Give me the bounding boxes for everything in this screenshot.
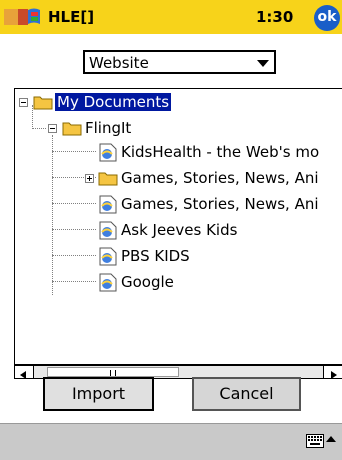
collapse-icon[interactable]: [48, 124, 57, 133]
scroll-left-button[interactable]: [15, 366, 34, 379]
tree-label-folder: Games, Stories, News, Ani: [121, 169, 319, 187]
tree-label-link: KidsHealth - the Web's mo: [121, 143, 320, 161]
cancel-button[interactable]: Cancel: [192, 377, 301, 411]
web-page-icon: [99, 195, 117, 214]
app-title: HLE[]: [48, 8, 95, 26]
menu-bar: [0, 423, 342, 460]
tree-label-root: My Documents: [55, 93, 172, 111]
arrow-right-icon: [331, 371, 337, 379]
tree-item-link[interactable]: Ask Jeeves Kids: [15, 220, 342, 242]
folder-tree[interactable]: My Documents FlingIt KidsHealth - the We…: [14, 88, 342, 365]
tree-item-flingit[interactable]: FlingIt: [15, 118, 315, 140]
tree-item-link[interactable]: PBS KIDS: [15, 246, 342, 268]
tree-item-link[interactable]: Games, Stories, News, Ani: [15, 194, 342, 216]
web-page-icon: [99, 143, 117, 162]
dropdown-value: Website: [89, 54, 149, 72]
scroll-thumb[interactable]: [47, 367, 179, 377]
scroll-right-button[interactable]: [323, 366, 342, 379]
tree-label-link: Ask Jeeves Kids: [121, 221, 238, 239]
tree-label-link: PBS KIDS: [121, 247, 190, 265]
tree-item-link[interactable]: Google: [15, 272, 342, 294]
ok-button[interactable]: ok: [314, 5, 340, 31]
chevron-up-icon[interactable]: [326, 436, 336, 442]
tree-label-link: Games, Stories, News, Ani: [121, 195, 319, 213]
grip-icon: [110, 370, 116, 376]
clock[interactable]: 1:30: [256, 8, 293, 26]
tree-label-folder: FlingIt: [85, 119, 132, 137]
chevron-down-icon: [257, 60, 269, 67]
keyboard-icon[interactable]: [306, 434, 324, 448]
tree-item-root[interactable]: My Documents: [15, 92, 315, 114]
folder-icon: [62, 122, 82, 136]
windows-start-icon[interactable]: [4, 6, 44, 28]
expand-icon[interactable]: [85, 174, 94, 183]
web-page-icon: [99, 273, 117, 292]
import-button[interactable]: Import: [43, 377, 154, 411]
web-page-icon: [99, 221, 117, 240]
arrow-left-icon: [20, 371, 26, 379]
collapse-icon[interactable]: [19, 98, 28, 107]
tree-label-link: Google: [121, 273, 174, 291]
tree-item-link[interactable]: KidsHealth - the Web's mo: [15, 142, 342, 164]
type-dropdown[interactable]: Website: [83, 50, 276, 74]
web-page-icon: [99, 247, 117, 266]
title-bar: HLE[] 1:30 ok: [0, 0, 342, 34]
folder-icon: [33, 96, 53, 110]
folder-icon: [98, 172, 118, 186]
tree-item-folder[interactable]: Games, Stories, News, Ani: [15, 168, 342, 190]
